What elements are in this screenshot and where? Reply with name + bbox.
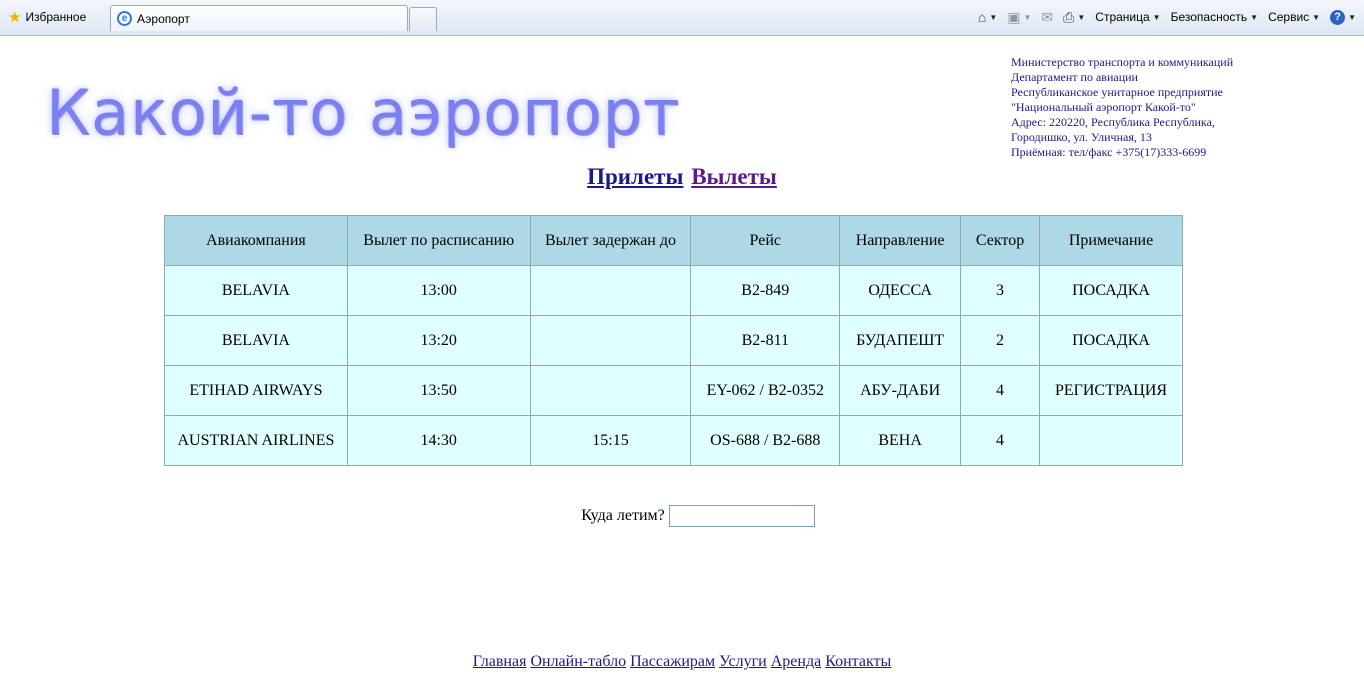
info-line: Городишко, ул. Уличная, 13 bbox=[1011, 130, 1152, 144]
footer-link-online-board[interactable]: Онлайн-табло bbox=[530, 653, 626, 670]
table-row: ETIHAD AIRWAYS 13:50 EY-062 / B2-0352 АБ… bbox=[164, 365, 1183, 416]
help-button[interactable]: ? ▼ bbox=[1330, 9, 1356, 25]
footer-link-rent[interactable]: Аренда bbox=[771, 653, 821, 670]
cell-scheduled: 13:00 bbox=[346, 265, 531, 316]
column-header-scheduled: Вылет по расписанию bbox=[346, 215, 531, 266]
footer-link-passengers[interactable]: Пассажирам bbox=[630, 653, 715, 670]
column-header-airline: Авиакомпания bbox=[164, 215, 348, 266]
destination-input[interactable] bbox=[668, 505, 815, 527]
tools-menu-label: Сервис bbox=[1268, 10, 1310, 24]
cell-airline: BELAVIA bbox=[164, 315, 348, 366]
ie-icon: e bbox=[117, 11, 132, 26]
new-tab-button[interactable] bbox=[409, 7, 437, 31]
cell-delayed bbox=[529, 315, 692, 366]
star-icon: ★ bbox=[8, 8, 22, 26]
cell-sector: 2 bbox=[960, 315, 1041, 366]
footer-link-contacts[interactable]: Контакты bbox=[825, 653, 891, 670]
cell-scheduled: 13:50 bbox=[346, 365, 531, 416]
departures-link[interactable]: Вылеты bbox=[691, 164, 777, 189]
table-row: AUSTRIAN AIRLINES 14:30 15:15 OS-688 / B… bbox=[164, 415, 1183, 466]
table-row: BELAVIA 13:00 B2-849 ОДЕССА 3 ПОСАДКА bbox=[164, 265, 1183, 316]
cell-flight: B2-811 bbox=[690, 315, 841, 366]
column-header-sector: Сектор bbox=[960, 215, 1041, 266]
info-line: Приёмная: тел/факс +375(17)333-6699 bbox=[1011, 145, 1207, 159]
print-button[interactable]: ⎙ ▼ bbox=[1063, 10, 1085, 24]
read-mail-button[interactable]: ✉ bbox=[1041, 10, 1053, 24]
table-header-row: Авиакомпания Вылет по расписанию Вылет з… bbox=[164, 215, 1183, 266]
favorites-button[interactable]: ★ Избранное bbox=[4, 7, 90, 27]
cell-flight: B2-849 bbox=[690, 265, 841, 316]
tab-title: Аэропорт bbox=[137, 11, 190, 26]
info-line: Адрес: 220220, Республика Республика, bbox=[1011, 115, 1215, 129]
info-line: Департамент по авиации bbox=[1011, 70, 1138, 84]
cell-note: ПОСАДКА bbox=[1039, 315, 1183, 366]
column-header-flight: Рейс bbox=[690, 215, 841, 266]
board-nav: Прилеты Вылеты bbox=[0, 164, 1364, 190]
cell-note: РЕГИСТРАЦИЯ bbox=[1039, 365, 1183, 416]
mail-icon: ✉ bbox=[1041, 9, 1054, 25]
search-label: Куда летим? bbox=[581, 507, 665, 524]
help-icon: ? bbox=[1330, 9, 1346, 25]
column-header-delayed: Вылет задержан до bbox=[529, 215, 692, 266]
cell-delayed bbox=[529, 365, 692, 416]
command-bar: ⌂ ▼ ▣ ▼ ✉ ⎙ ▼ Страница ▼ Безопасность ▼ … bbox=[978, 6, 1356, 28]
cell-destination: ВЕНА bbox=[839, 415, 962, 466]
cell-scheduled: 14:30 bbox=[346, 415, 531, 466]
cell-sector: 3 bbox=[960, 265, 1041, 316]
departures-table: Авиакомпания Вылет по расписанию Вылет з… bbox=[164, 215, 1183, 466]
cell-scheduled: 13:20 bbox=[346, 315, 531, 366]
arrivals-link[interactable]: Прилеты bbox=[587, 164, 683, 189]
chevron-down-icon[interactable]: ▼ bbox=[1024, 13, 1032, 22]
feeds-button[interactable]: ▣ ▼ bbox=[1007, 10, 1031, 24]
cell-airline: BELAVIA bbox=[164, 265, 348, 316]
info-line: Министерство транспорта и коммуникаций bbox=[1011, 55, 1234, 69]
chevron-down-icon[interactable]: ▼ bbox=[1348, 13, 1356, 22]
chevron-down-icon[interactable]: ▼ bbox=[1077, 13, 1085, 22]
page-menu-label: Страница bbox=[1095, 10, 1150, 24]
table-row: BELAVIA 13:20 B2-811 БУДАПЕШТ 2 ПОСАДКА bbox=[164, 315, 1183, 366]
site-logo: Какой-то аэропорт bbox=[46, 76, 681, 149]
column-header-note: Примечание bbox=[1039, 215, 1183, 266]
chevron-down-icon: ▼ bbox=[1250, 12, 1259, 22]
browser-toolbar: ★ Избранное e Аэропорт ⌂ ▼ ▣ ▼ ✉ ⎙ ▼ Стр… bbox=[0, 0, 1364, 36]
cell-sector: 4 bbox=[960, 415, 1041, 466]
cell-flight: OS-688 / B2-688 bbox=[690, 415, 841, 466]
footer-link-services[interactable]: Услуги bbox=[719, 653, 767, 670]
footer-nav: Главная Онлайн-табло Пассажирам Услуги А… bbox=[0, 653, 1364, 671]
cell-note: ПОСАДКА bbox=[1039, 265, 1183, 316]
favorites-label: Избранное bbox=[25, 10, 87, 24]
home-icon: ⌂ bbox=[977, 9, 987, 25]
chevron-down-icon: ▼ bbox=[1312, 12, 1321, 22]
cell-destination: ОДЕССА bbox=[839, 265, 962, 316]
cell-destination: АБУ-ДАБИ bbox=[839, 365, 962, 416]
cell-destination: БУДАПЕШТ bbox=[839, 315, 962, 366]
cell-flight: EY-062 / B2-0352 bbox=[690, 365, 841, 416]
cell-delayed: 15:15 bbox=[529, 415, 692, 466]
cell-airline: AUSTRIAN AIRLINES bbox=[164, 415, 348, 466]
cell-delayed bbox=[529, 265, 692, 316]
cell-airline: ETIHAD AIRWAYS bbox=[164, 365, 348, 416]
info-line: Республиканское унитарное предприятие bbox=[1011, 85, 1223, 99]
security-menu[interactable]: Безопасность ▼ bbox=[1171, 10, 1258, 24]
column-header-destination: Направление bbox=[839, 215, 962, 266]
rss-icon: ▣ bbox=[1007, 9, 1021, 25]
home-button[interactable]: ⌂ ▼ bbox=[978, 10, 997, 24]
destination-search: Куда летим? bbox=[0, 505, 1364, 527]
tools-menu[interactable]: Сервис ▼ bbox=[1268, 10, 1320, 24]
chevron-down-icon[interactable]: ▼ bbox=[989, 13, 997, 22]
print-icon: ⎙ bbox=[1063, 9, 1075, 25]
cell-sector: 4 bbox=[960, 365, 1041, 416]
security-menu-label: Безопасность bbox=[1170, 10, 1248, 24]
info-line: "Национальный аэропорт Какой-то" bbox=[1011, 100, 1196, 114]
contact-info: Министерство транспорта и коммуникаций Д… bbox=[1011, 55, 1341, 160]
footer-link-home[interactable]: Главная bbox=[473, 653, 527, 670]
browser-tab[interactable]: e Аэропорт bbox=[110, 5, 408, 31]
chevron-down-icon: ▼ bbox=[1152, 12, 1161, 22]
cell-note bbox=[1039, 415, 1183, 466]
page-menu[interactable]: Страница ▼ bbox=[1095, 10, 1160, 24]
